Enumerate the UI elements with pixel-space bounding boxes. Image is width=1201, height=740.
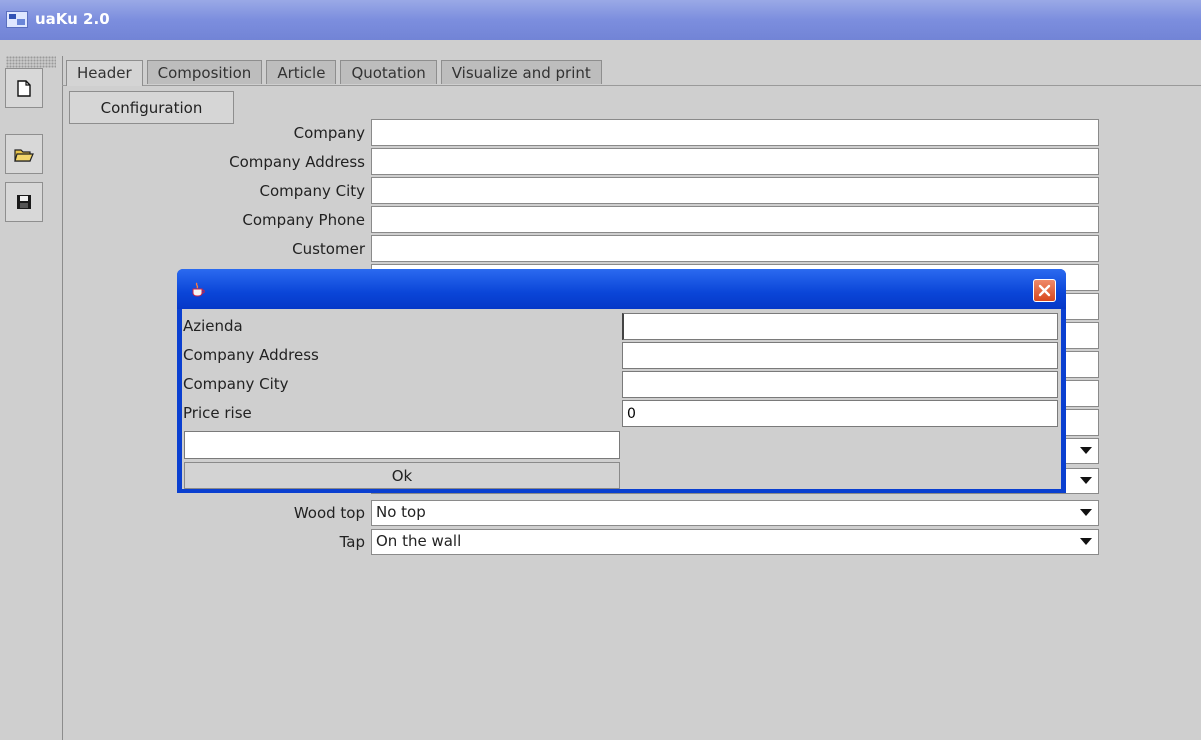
chevron-down-icon (1080, 538, 1092, 545)
tab-header[interactable]: Header (66, 60, 143, 86)
left-toolbar (0, 56, 63, 740)
window-title-bar: uaKu 2.0 (0, 0, 1201, 40)
tab-composition[interactable]: Composition (146, 60, 263, 84)
tap-value: On the wall (376, 532, 462, 550)
dialog-label-price-rise: Price rise (183, 404, 252, 422)
open-button[interactable] (5, 134, 43, 174)
company-city-label: Company City (259, 182, 365, 200)
dialog-price-rise-input[interactable] (622, 400, 1058, 427)
new-button[interactable] (5, 68, 43, 108)
save-disk-icon (17, 195, 31, 209)
customer-label: Customer (292, 240, 365, 258)
company-phone-label: Company Phone (242, 211, 365, 229)
company-phone-input[interactable] (371, 206, 1099, 233)
new-document-icon (17, 79, 31, 97)
tap-label: Tap (339, 533, 365, 551)
app-icon (6, 11, 28, 28)
company-input[interactable] (371, 119, 1099, 146)
tab-article[interactable]: Article (266, 60, 337, 84)
dialog-azienda-input[interactable] (622, 313, 1058, 340)
company-address-input[interactable] (371, 148, 1099, 175)
tab-divider (62, 85, 1201, 86)
chevron-down-icon (1080, 447, 1092, 454)
chevron-down-icon (1080, 509, 1092, 516)
dialog-extra-input[interactable] (184, 431, 620, 459)
dialog-label-company-address: Company Address (183, 346, 319, 364)
dialog-company-address-input[interactable] (622, 342, 1058, 369)
dialog-title-bar[interactable] (177, 269, 1066, 309)
close-icon (1038, 284, 1051, 297)
tap-dropdown[interactable]: On the wall (371, 529, 1099, 555)
open-folder-icon (14, 148, 34, 162)
window-title: uaKu 2.0 (35, 10, 110, 28)
configuration-button[interactable]: Configuration (69, 91, 234, 124)
wood-top-value: No top (376, 503, 426, 521)
wood-top-label: Wood top (293, 504, 365, 522)
dialog-label-company-city: Company City (183, 375, 289, 393)
ok-button[interactable]: Ok (184, 462, 620, 489)
dialog-close-button[interactable] (1033, 279, 1056, 302)
company-address-label: Company Address (229, 153, 365, 171)
chevron-down-icon (1080, 477, 1092, 484)
save-button[interactable] (5, 182, 43, 222)
dialog-label-azienda: Azienda (183, 317, 243, 335)
tab-quotation[interactable]: Quotation (340, 60, 437, 84)
dialog-company-city-input[interactable] (622, 371, 1058, 398)
dialog-body: Azienda Company Address Company City Pri… (182, 309, 1061, 489)
company-city-input[interactable] (371, 177, 1099, 204)
customer-input[interactable] (371, 235, 1099, 262)
configuration-dialog: Azienda Company Address Company City Pri… (177, 269, 1066, 493)
wood-top-dropdown[interactable]: No top (371, 500, 1099, 526)
tab-visualize-and-print[interactable]: Visualize and print (440, 60, 602, 84)
tab-bar: Header Composition Article Quotation Vis… (66, 60, 606, 86)
toolbar-grip[interactable] (6, 56, 56, 68)
company-label: Company (293, 124, 365, 142)
java-coffee-icon (192, 282, 205, 297)
